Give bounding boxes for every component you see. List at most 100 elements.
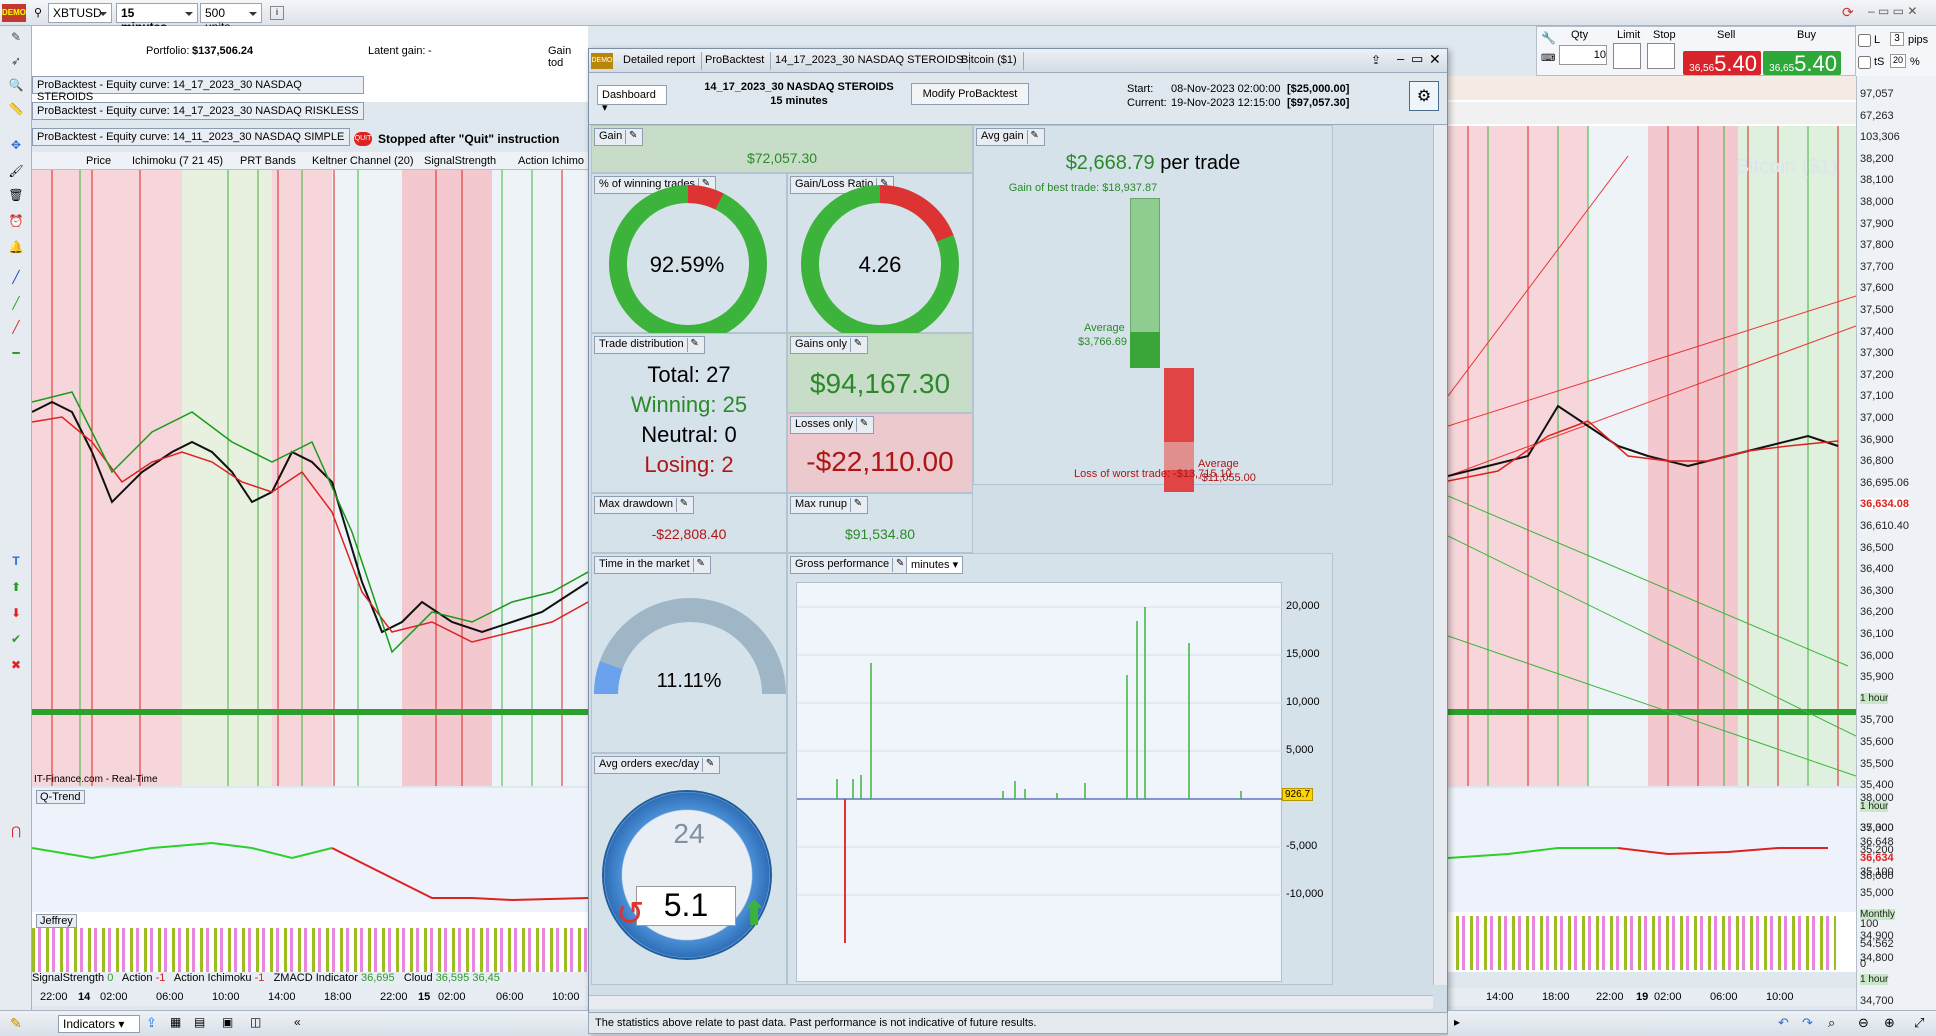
- price-tick: 1 hour: [1860, 973, 1889, 985]
- limit-button[interactable]: [1613, 43, 1641, 69]
- text-icon[interactable]: T: [7, 552, 25, 570]
- price-chart-left[interactable]: IT-Finance.com - Real-Time: [32, 152, 588, 786]
- trash-icon[interactable]: 🗑: [7, 186, 25, 204]
- alarm-icon[interactable]: ⏰: [7, 212, 25, 230]
- jeffrey-pane-right[interactable]: [1448, 912, 1856, 972]
- tab-probacktest[interactable]: ProBacktest: [699, 52, 772, 70]
- hline-icon[interactable]: ━: [7, 344, 25, 362]
- refresh-icon[interactable]: ⟳: [1842, 4, 1854, 21]
- cross-icon[interactable]: ✖: [7, 656, 25, 674]
- check-icon[interactable]: ✔: [7, 630, 25, 648]
- timeframe-dropdown[interactable]: 15 minutes: [116, 3, 198, 34]
- qty-input[interactable]: [1559, 45, 1607, 65]
- move-icon[interactable]: ✥: [7, 136, 25, 154]
- expand-icon[interactable]: ⤢: [1914, 1015, 1924, 1031]
- red-line-icon[interactable]: ╱: [7, 318, 25, 336]
- cursor-icon[interactable]: ✎: [7, 28, 25, 46]
- price-chart-right[interactable]: Bitcoin ($1): [1448, 76, 1856, 786]
- sell-button[interactable]: 36,565.40: [1683, 51, 1761, 76]
- l-checkbox[interactable]: [1858, 34, 1871, 47]
- gross-unit-dropdown[interactable]: minutes ▾: [906, 556, 964, 574]
- gross-performance-label[interactable]: Gross performance: [790, 556, 911, 574]
- modify-probacktest-button[interactable]: Modify ProBacktest: [911, 83, 1029, 105]
- indicator-signal[interactable]: SignalStrength: [424, 155, 496, 167]
- trade-distribution-label[interactable]: Trade distribution: [594, 336, 705, 354]
- avg-orders-label[interactable]: Avg orders exec/day: [594, 756, 721, 774]
- pencil-icon[interactable]: ✎: [10, 1015, 22, 1032]
- scroll-right-icon[interactable]: ▸: [1454, 1015, 1460, 1029]
- indicator-action[interactable]: Action Ichimo: [518, 155, 584, 167]
- buy-button[interactable]: 36,655.40: [1763, 51, 1841, 76]
- indicator-price[interactable]: Price: [86, 155, 111, 167]
- window-icon[interactable]: ◫: [250, 1015, 261, 1029]
- jeffrey-tick: 100: [1860, 918, 1879, 930]
- redo-icon[interactable]: ↷: [1802, 1015, 1813, 1031]
- minimize-icon[interactable]: ‒: [1397, 51, 1404, 66]
- report-settings-icon[interactable]: ⚙: [1409, 81, 1439, 111]
- indicators-button[interactable]: Indicators ▾: [58, 1015, 140, 1033]
- zoom-icon[interactable]: 🔍: [7, 76, 25, 94]
- units-dropdown[interactable]: 500 units: [200, 3, 262, 34]
- share-icon[interactable]: ⇪: [1371, 53, 1381, 67]
- tab-detailed-report[interactable]: Detailed report: [617, 52, 703, 70]
- indicator-ichimoku[interactable]: Ichimoku (7 21 45): [132, 155, 223, 167]
- qtrend-pane-left[interactable]: Q-Trend: [32, 788, 588, 912]
- undo-icon[interactable]: ↶: [1778, 1015, 1789, 1031]
- max-drawdown-label[interactable]: Max drawdown: [594, 496, 694, 514]
- brush-icon[interactable]: 🖌: [7, 162, 25, 180]
- indicator-keltner[interactable]: Keltner Channel (20): [312, 155, 414, 167]
- ts-label: tS: [1874, 56, 1885, 68]
- green-line-icon[interactable]: ╱: [7, 294, 25, 312]
- close-icon[interactable]: ✕: [1429, 51, 1441, 68]
- grid-icon[interactable]: ▤: [194, 1015, 205, 1029]
- dashboard-dropdown[interactable]: Dashboard ▾: [597, 85, 667, 114]
- pct-input[interactable]: 20: [1890, 54, 1906, 68]
- qtrend-pane-right[interactable]: [1448, 788, 1856, 912]
- pointer-icon[interactable]: ➶: [7, 52, 25, 70]
- arrow-up-icon[interactable]: ⬆: [7, 578, 25, 596]
- calendar-icon[interactable]: ▦: [170, 1015, 181, 1029]
- ruler-icon[interactable]: 📏: [7, 100, 25, 118]
- equity-row-steroids[interactable]: ProBacktest - Equity curve: 14_17_2023_3…: [32, 76, 364, 103]
- gain-label[interactable]: Gain: [594, 128, 644, 146]
- info-icon[interactable]: i: [270, 6, 284, 20]
- price-tick: 36,695.06: [1860, 476, 1909, 489]
- indicator-prt-bands[interactable]: PRT Bands: [240, 155, 296, 167]
- scroll-left-icon[interactable]: «: [294, 1015, 301, 1029]
- zoom-fit-icon[interactable]: ⌕: [1828, 1015, 1835, 1031]
- bell-icon[interactable]: 🔔: [7, 238, 25, 256]
- magnet-icon[interactable]: ⋂: [7, 822, 25, 840]
- time-axis-right: 14:00 18:00 22:00 19 02:00 06:00 10:00: [1448, 988, 1856, 1006]
- price-tick: 35,400: [1860, 779, 1894, 792]
- wrench-icon[interactable]: 🔧: [1541, 31, 1557, 47]
- arrow-down-icon[interactable]: ⬇: [7, 604, 25, 622]
- avg-gain-label[interactable]: Avg gain: [976, 128, 1045, 146]
- jeffrey-pane-left[interactable]: Jeffrey: [32, 912, 588, 972]
- zoom-in-icon[interactable]: ⊕: [1884, 1015, 1895, 1031]
- line-icon[interactable]: ╱: [7, 268, 25, 286]
- equity-row-riskless[interactable]: ProBacktest - Equity curve: 14_17_2023_3…: [32, 102, 364, 120]
- equity-row-simple[interactable]: ProBacktest - Equity curve: 14_11_2023_3…: [32, 128, 350, 146]
- report-scrollbar[interactable]: [1433, 125, 1447, 985]
- zoom-out-icon[interactable]: ⊖: [1858, 1015, 1869, 1031]
- jeffrey-label: Jeffrey: [36, 914, 77, 928]
- start-capital: [$25,000.00]: [1287, 83, 1350, 95]
- ts-checkbox[interactable]: [1858, 56, 1871, 69]
- keyboard-icon[interactable]: ⌨: [1541, 53, 1557, 69]
- share-chart-icon[interactable]: ⇪: [146, 1015, 157, 1031]
- symbol-watermark: Bitcoin ($1): [1736, 156, 1838, 178]
- gross-plot[interactable]: [796, 582, 1283, 982]
- link-icon[interactable]: ⚲: [34, 6, 42, 19]
- report-hscroll[interactable]: [589, 995, 1433, 1009]
- layout-icon[interactable]: ▣: [222, 1015, 233, 1029]
- pips-input[interactable]: 3: [1890, 32, 1904, 46]
- losses-only-label[interactable]: Losses only: [790, 416, 875, 434]
- tab-instrument[interactable]: Bitcoin ($1): [955, 52, 1024, 70]
- max-runup-label[interactable]: Max runup: [790, 496, 868, 514]
- gains-only-label[interactable]: Gains only: [790, 336, 868, 354]
- stop-button[interactable]: [1647, 43, 1675, 69]
- maximize-icon[interactable]: ▭: [1411, 51, 1423, 67]
- symbol-dropdown[interactable]: XBTUSD: [48, 3, 112, 23]
- window-controls[interactable]: ‒ ▭ ▭ ✕: [1868, 4, 1917, 18]
- tab-system-name[interactable]: 14_17_2023_30 NASDAQ STEROIDS: [769, 52, 971, 70]
